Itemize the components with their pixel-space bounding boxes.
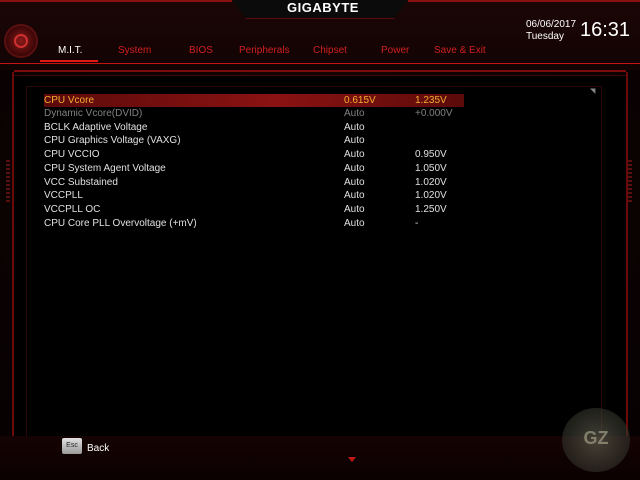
setting-value: +0.000V (415, 108, 453, 119)
setting-current-value: Auto (344, 177, 365, 188)
setting-name: VCCPLL (44, 190, 83, 201)
setting-name: BCLK Adaptive Voltage (44, 122, 148, 133)
panel-top-border (14, 70, 626, 72)
setting-name: VCC Substained (44, 177, 118, 188)
setting-current-value: Auto (344, 122, 365, 133)
setting-row-vcc-substained[interactable]: VCC Substained Auto 1.020V (44, 176, 464, 189)
setting-name: CPU Vcore (44, 95, 95, 106)
gigabyte-emblem-icon (4, 24, 38, 58)
scroll-down-arrow-icon[interactable] (348, 457, 356, 462)
setting-current-value: Auto (344, 218, 365, 229)
setting-name: CPU VCCIO (44, 149, 100, 160)
tab-save-exit[interactable]: Save & Exit (434, 45, 486, 56)
tab-system[interactable]: System (118, 45, 151, 56)
setting-value: 1.020V (415, 190, 447, 201)
setting-current-value: Auto (344, 149, 365, 160)
top-left-line (0, 0, 232, 2)
main-tab-bar: M.I.T. System BIOS Peripherals Chipset P… (44, 45, 514, 61)
setting-row-cpu-core-pll-overvoltage[interactable]: CPU Core PLL Overvoltage (+mV) Auto - (44, 217, 464, 230)
setting-value: 1.250V (415, 204, 447, 215)
panel-right-border (626, 72, 628, 452)
watermark-logo: GZ (562, 408, 630, 472)
setting-row-bclk-adaptive-voltage[interactable]: BCLK Adaptive Voltage Auto (44, 121, 464, 134)
setting-current-value: Auto (344, 190, 365, 201)
setting-current-value: Auto (344, 163, 365, 174)
tab-peripherals[interactable]: Peripherals (239, 45, 290, 56)
tab-bios[interactable]: BIOS (189, 45, 213, 56)
setting-name: VCCPLL OC (44, 204, 101, 215)
scroll-corner-icon: ◥ (590, 87, 596, 95)
setting-row-dynamic-vcore[interactable]: Dynamic Vcore(DVID) Auto +0.000V (44, 107, 464, 120)
setting-row-cpu-graphics-voltage[interactable]: CPU Graphics Voltage (VAXG) Auto (44, 134, 464, 147)
setting-row-vccpll[interactable]: VCCPLL Auto 1.020V (44, 189, 464, 202)
date-display: 06/06/2017 Tuesday (526, 19, 582, 43)
setting-row-cpu-vcore[interactable]: CPU Vcore 0.615V 1.235V (44, 94, 464, 107)
setting-current-value: Auto (344, 108, 365, 119)
active-tab-indicator (40, 60, 98, 62)
date-text: 06/06/2017 (526, 19, 577, 30)
header-divider (0, 63, 640, 64)
top-right-line (408, 0, 640, 2)
setting-row-vccpll-oc[interactable]: VCCPLL OC Auto 1.250V (44, 203, 464, 216)
setting-value: 1.235V (415, 95, 447, 106)
setting-name: Dynamic Vcore(DVID) (44, 108, 143, 119)
clock-time: 16:31 (580, 19, 631, 41)
setting-name: CPU System Agent Voltage (44, 163, 166, 174)
setting-current-value: Auto (344, 135, 365, 146)
tab-chipset[interactable]: Chipset (313, 45, 347, 56)
setting-value: 0.950V (415, 149, 447, 160)
setting-current-value: 0.615V (344, 95, 376, 106)
setting-value: 1.020V (415, 177, 447, 188)
setting-value: 1.050V (415, 163, 447, 174)
setting-row-cpu-system-agent-voltage[interactable]: CPU System Agent Voltage Auto 1.050V (44, 162, 464, 175)
left-side-decoration (6, 160, 10, 204)
back-button[interactable]: Back (87, 443, 109, 454)
tab-power[interactable]: Power (381, 45, 409, 56)
setting-name: CPU Graphics Voltage (VAXG) (44, 135, 181, 146)
right-side-decoration (628, 160, 632, 204)
brand-logo-text: GIGABYTE (287, 0, 359, 15)
setting-current-value: Auto (344, 204, 365, 215)
setting-value: - (415, 218, 419, 229)
esc-key-icon[interactable]: Esc (62, 438, 82, 454)
setting-row-cpu-vccio[interactable]: CPU VCCIO Auto 0.950V (44, 148, 464, 161)
tab-mit[interactable]: M.I.T. (58, 45, 82, 56)
weekday-text: Tuesday (526, 31, 564, 42)
setting-name: CPU Core PLL Overvoltage (+mV) (44, 218, 197, 229)
